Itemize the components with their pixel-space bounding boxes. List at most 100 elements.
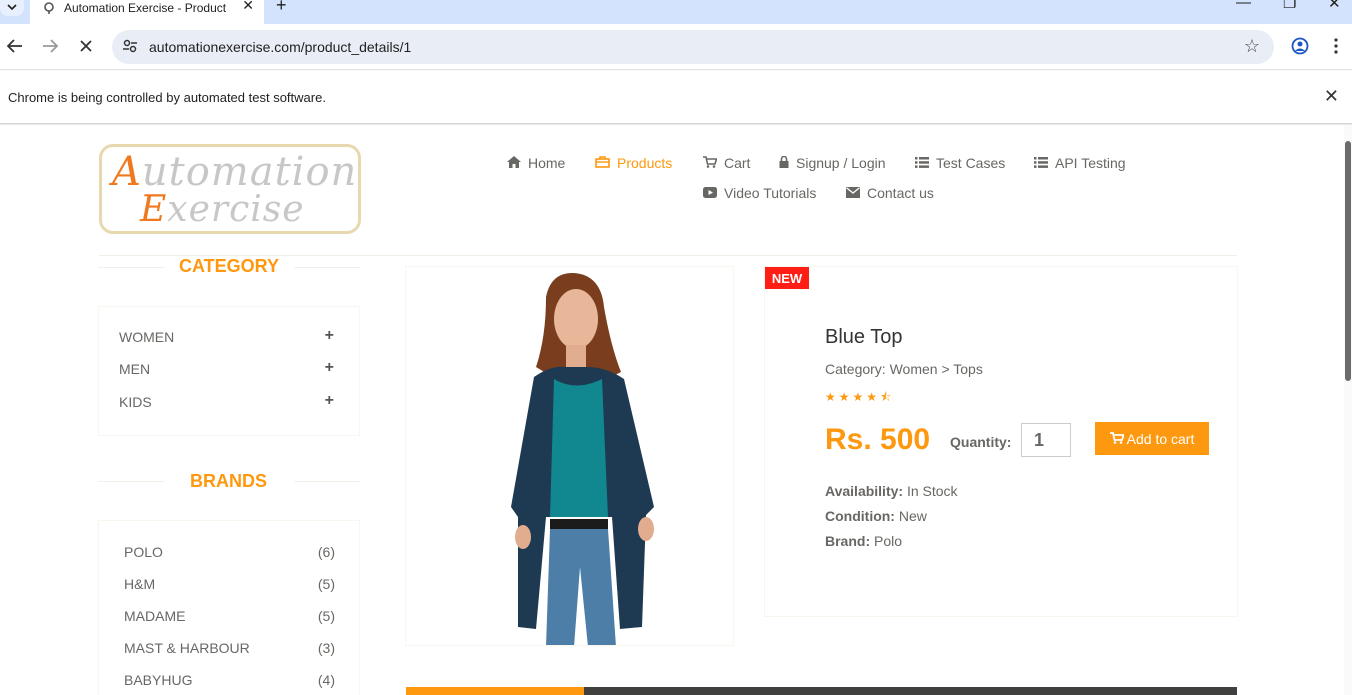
tab-search-button[interactable]	[0, 0, 24, 16]
review-tab-active[interactable]	[406, 687, 584, 695]
page-viewport: Automation Exercise Home Products Cart S…	[0, 125, 1352, 695]
minimize-icon[interactable]: —	[1236, 0, 1251, 11]
tab-title: Automation Exercise - Product D	[64, 1, 230, 15]
quantity-label: Quantity:	[950, 434, 1012, 450]
site-settings-icon[interactable]	[122, 38, 138, 59]
nav-test-cases-label: Test Cases	[936, 155, 1006, 171]
url-text[interactable]: automationexercise.com/product_details/1	[149, 39, 411, 55]
condition-row: Condition: New	[825, 508, 927, 524]
youtube-play-icon	[703, 185, 717, 201]
stop-loading-icon[interactable]	[76, 36, 96, 56]
infobar-message: Chrome is being controlled by automated …	[8, 90, 326, 105]
nav-home-label: Home	[528, 155, 566, 171]
brand-count: (5)	[317, 608, 335, 624]
automation-infobar: Chrome is being controlled by automated …	[0, 71, 1352, 124]
more-menu-icon[interactable]	[1326, 36, 1346, 56]
nav-signup-login[interactable]: Signup / Login	[779, 155, 886, 171]
brand-item-madame[interactable]: MADAME (5)	[124, 608, 335, 624]
home-icon	[507, 155, 521, 171]
brands-panel: POLO (6) H&M (5) MADAME (5) MAST & HARBO…	[98, 520, 360, 695]
availability-label: Availability:	[825, 483, 904, 499]
category-title: CATEGORY	[179, 256, 280, 276]
category-item-kids[interactable]: KIDS +	[119, 392, 334, 410]
forward-arrow-icon[interactable]	[40, 36, 60, 56]
brand-item-mast-harbour[interactable]: MAST & HARBOUR (3)	[124, 640, 335, 656]
list-icon	[1034, 155, 1048, 171]
condition-value: New	[898, 508, 927, 524]
nav-test-cases[interactable]: Test Cases	[915, 155, 1005, 171]
brand-row: Brand: Polo	[825, 533, 902, 549]
star-icon: ★	[825, 390, 839, 404]
browser-tab-bar: Automation Exercise - Product D ✕ + — ❐ …	[0, 0, 1352, 24]
site-logo[interactable]: Automation Exercise	[99, 144, 361, 234]
review-tab-strip	[406, 687, 1237, 695]
window-close-icon[interactable]: ✕	[1328, 0, 1341, 12]
category-item-men[interactable]: MEN +	[119, 359, 334, 377]
star-icon: ★	[866, 390, 881, 404]
page-scrollbar[interactable]	[1344, 125, 1352, 695]
category-label: KIDS	[119, 394, 152, 410]
back-arrow-icon[interactable]	[5, 36, 25, 56]
product-name: Blue Top	[825, 326, 903, 348]
nav-api-testing[interactable]: API Testing	[1034, 155, 1126, 171]
nav-api-testing-label: API Testing	[1055, 155, 1126, 171]
brand-name: BABYHUG	[124, 672, 193, 688]
brand-name: MADAME	[124, 608, 186, 624]
product-price: Rs. 500	[825, 423, 931, 456]
bookmark-star-icon[interactable]: ☆	[1244, 36, 1260, 57]
category-label: MEN	[119, 361, 151, 377]
infobar-close-icon[interactable]: ✕	[1324, 86, 1339, 107]
brand-name: POLO	[124, 544, 163, 560]
nav-cart-label: Cart	[724, 155, 751, 171]
browser-toolbar: automationexercise.com/product_details/1…	[0, 24, 1352, 70]
category-item-women[interactable]: WOMEN +	[119, 327, 334, 345]
quantity-input[interactable]	[1021, 423, 1071, 457]
brand-item-hm[interactable]: H&M (5)	[124, 576, 335, 592]
add-to-cart-label: Add to cart	[1126, 430, 1195, 447]
brand-count: (4)	[317, 672, 335, 688]
new-badge: NEW	[765, 267, 809, 289]
brand-label: Brand:	[825, 533, 871, 549]
maximize-icon[interactable]: ❐	[1283, 0, 1296, 12]
nav-video-tutorials[interactable]: Video Tutorials	[703, 185, 816, 201]
brand-item-polo[interactable]: POLO (6)	[124, 544, 335, 560]
brand-count: (6)	[317, 544, 335, 560]
brand-item-babyhug[interactable]: BABYHUG (4)	[124, 672, 335, 688]
products-icon	[595, 155, 610, 171]
category-label: WOMEN	[119, 329, 175, 345]
nav-home[interactable]: Home	[507, 155, 565, 171]
add-to-cart-button[interactable]: Add to cart	[1095, 422, 1209, 455]
plus-icon[interactable]: +	[325, 392, 334, 410]
browser-tab[interactable]: Automation Exercise - Product D ✕	[30, 0, 264, 24]
brands-rule-right	[294, 481, 360, 482]
star-icon: ★	[852, 390, 867, 404]
nav-contact-us[interactable]: Contact us	[846, 185, 934, 201]
brands-title: BRANDS	[190, 471, 268, 491]
plus-icon[interactable]: +	[325, 359, 334, 377]
nav-products[interactable]: Products	[595, 155, 672, 171]
brand-count: (3)	[317, 640, 335, 656]
nav-contact-label: Contact us	[867, 185, 934, 201]
new-tab-icon[interactable]: +	[276, 0, 287, 16]
scrollbar-thumb[interactable]	[1345, 141, 1351, 381]
list-icon	[915, 155, 929, 171]
nav-cart[interactable]: Cart	[703, 155, 750, 171]
tab-close-icon[interactable]: ✕	[242, 0, 254, 14]
address-bar[interactable]: automationexercise.com/product_details/1…	[112, 30, 1274, 64]
site-favicon-icon	[42, 2, 56, 19]
brand-value: Polo	[874, 533, 903, 549]
chevron-down-icon	[7, 4, 17, 11]
brand-name: MAST & HARBOUR	[124, 640, 250, 656]
star-icon: ★	[838, 390, 853, 404]
availability-value: In Stock	[906, 483, 958, 499]
envelope-icon	[846, 185, 860, 201]
profile-icon[interactable]	[1290, 36, 1310, 56]
condition-label: Condition:	[825, 508, 895, 524]
product-image	[405, 266, 734, 646]
nav-products-label: Products	[617, 155, 673, 171]
plus-icon[interactable]: +	[325, 327, 334, 345]
nav-video-label: Video Tutorials	[724, 185, 817, 201]
nav-signup-label: Signup / Login	[796, 155, 886, 171]
category-rule-right	[294, 267, 360, 268]
rating-stars: ★★★★⯪	[825, 388, 894, 409]
